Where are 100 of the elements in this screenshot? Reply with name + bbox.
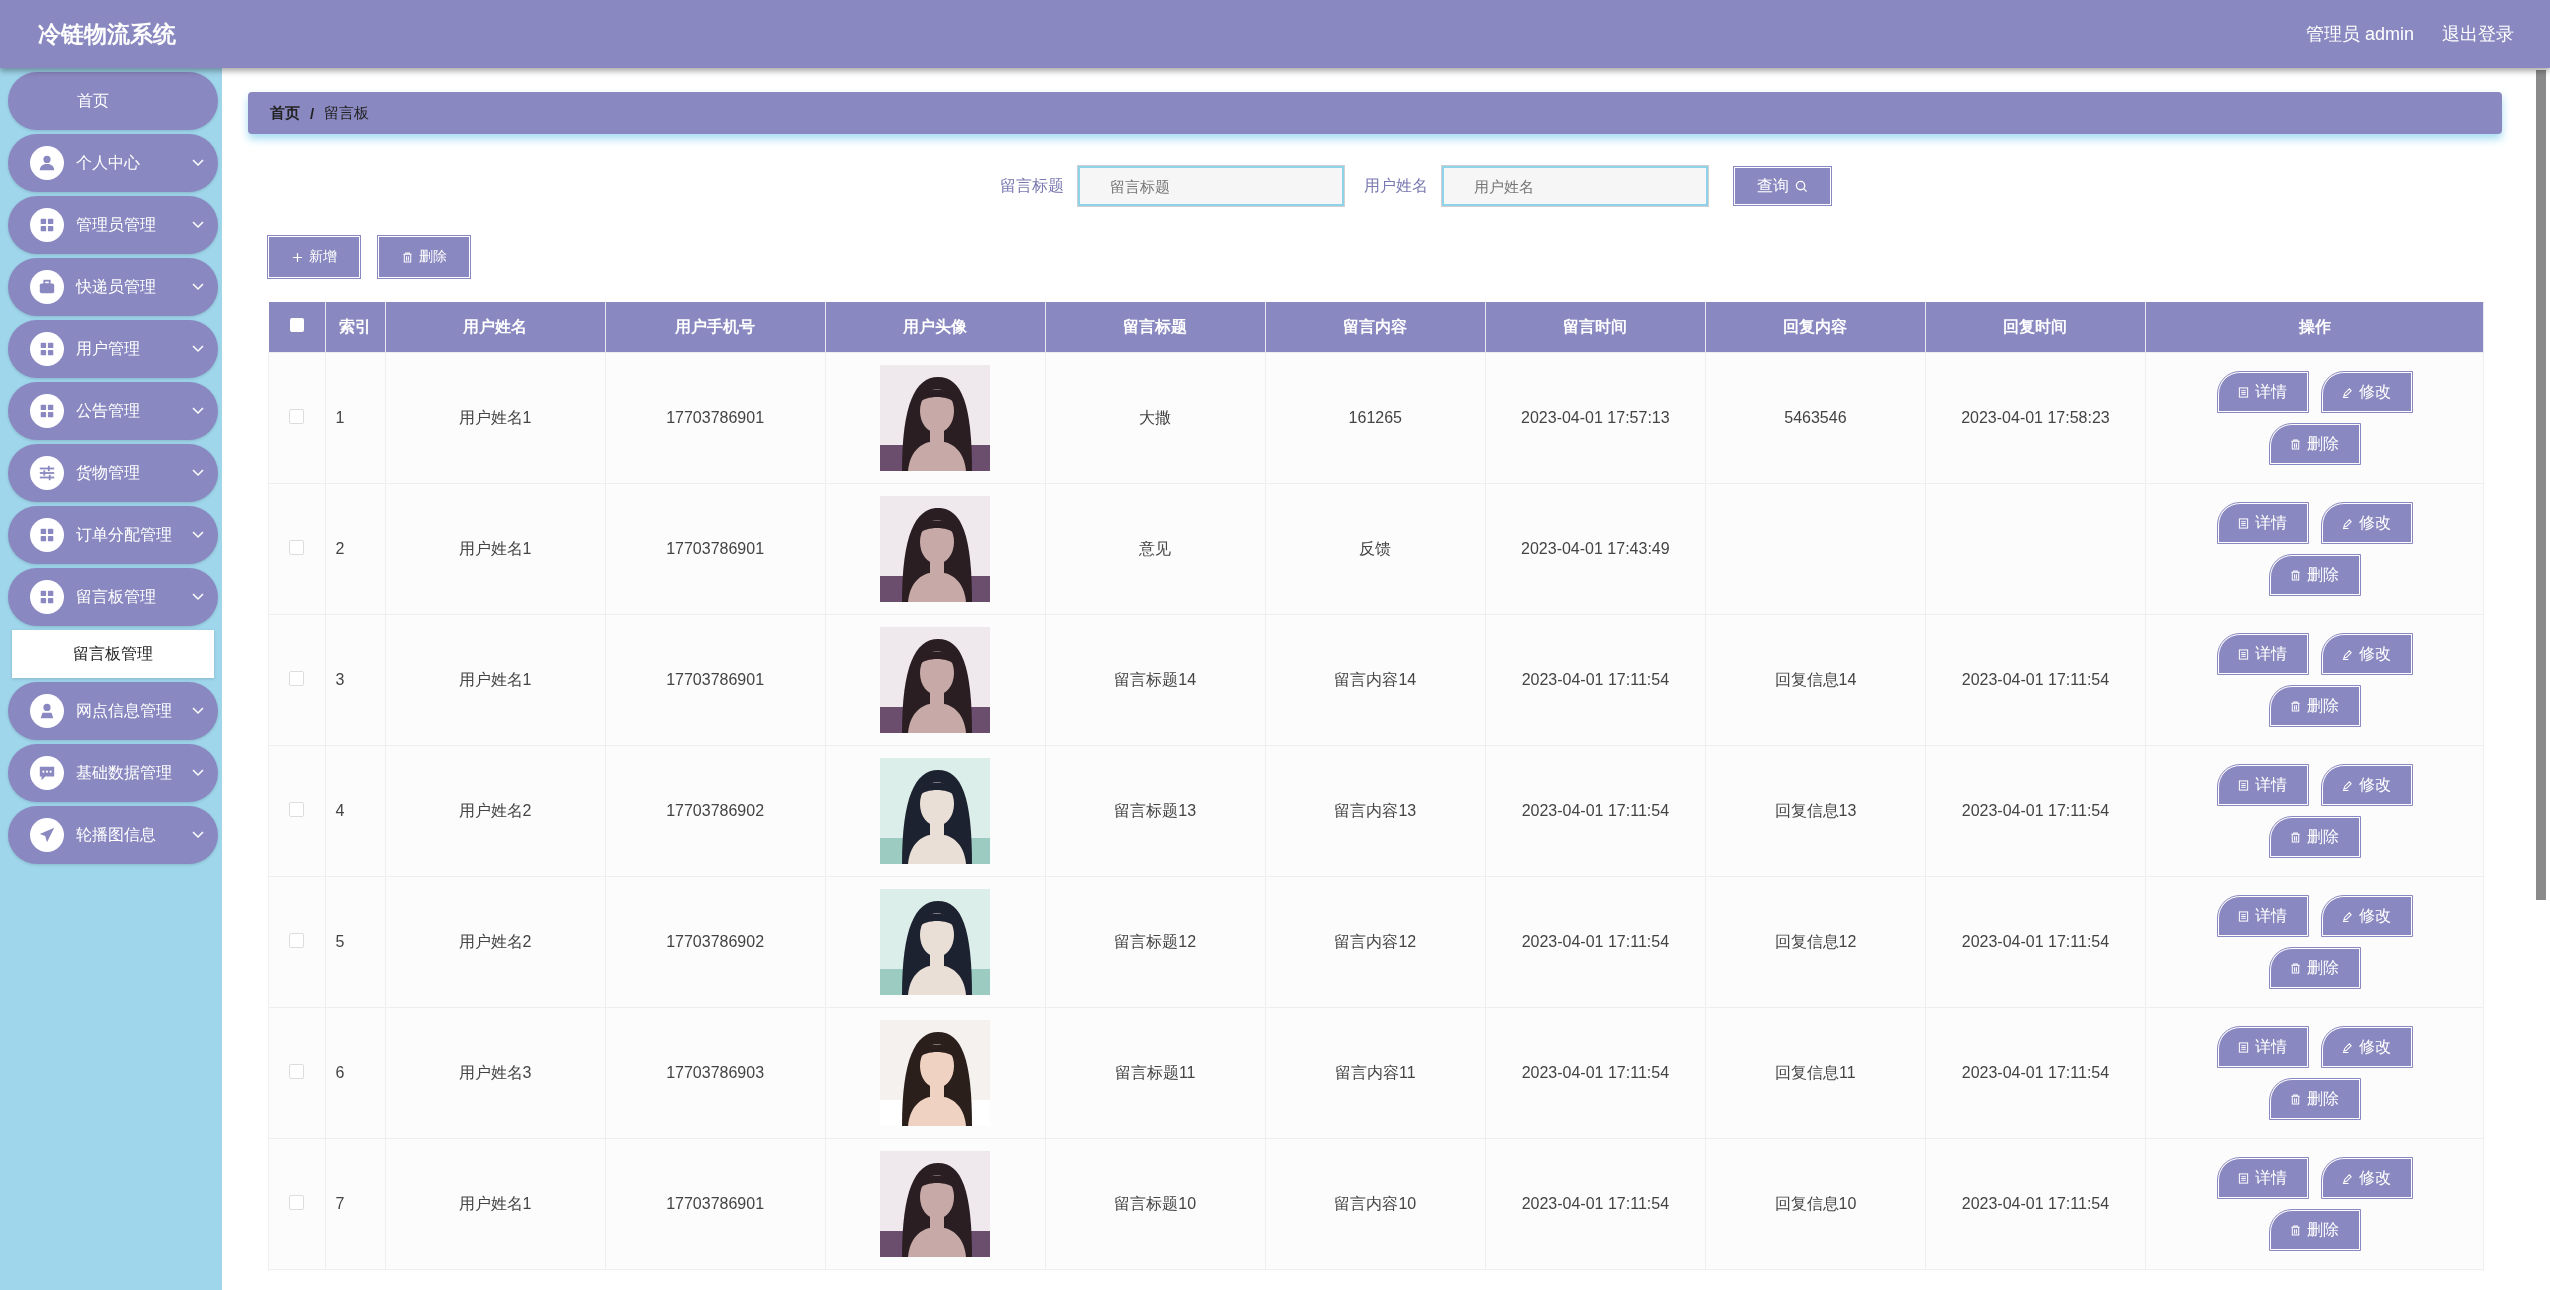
detail-button[interactable]: 详情 [2217, 896, 2308, 936]
logout-link[interactable]: 退出登录 [2442, 22, 2514, 46]
row-checkbox[interactable] [289, 408, 305, 424]
menu-item[interactable]: 公告管理 [8, 382, 218, 440]
menu-item[interactable]: 留言板管理 [8, 568, 218, 626]
edit-button[interactable]: 修改 [2321, 765, 2412, 805]
detail-button[interactable]: 详情 [2217, 1158, 2308, 1198]
add-button[interactable]: 新增 [268, 236, 360, 278]
table-cell: 17703786903 [605, 1007, 826, 1139]
delete-button[interactable]: 删除 [378, 236, 470, 278]
table-cell: 留言内容14 [1265, 614, 1486, 746]
menu-label: 管理员管理 [76, 214, 157, 235]
menu-item[interactable]: 基础数据管理 [8, 744, 218, 802]
row-checkbox[interactable] [289, 932, 305, 948]
menu-item[interactable]: 快递员管理 [8, 258, 218, 316]
delete-button[interactable]: 删除 [2269, 686, 2360, 726]
delete-button[interactable]: 删除 [2269, 1079, 2360, 1119]
menu-item[interactable]: 网点信息管理 [8, 682, 218, 740]
menu-item[interactable]: 首页 [8, 72, 218, 130]
pencil-icon [2342, 779, 2353, 791]
table-cell: 2023-04-01 17:11:54 [1925, 614, 2146, 746]
menu-label: 订单分配管理 [76, 524, 173, 545]
table-cell: 用户姓名2 [385, 745, 606, 877]
app-title: 冷链物流系统 [38, 19, 176, 49]
table-cell: 留言标题11 [1045, 1007, 1266, 1139]
pencil-icon [2342, 648, 2353, 660]
delete-button[interactable]: 删除 [2269, 817, 2360, 857]
menu-item[interactable]: 个人中心 [8, 134, 218, 192]
table-cell: 用户姓名3 [385, 1007, 606, 1139]
document-icon [2238, 517, 2249, 529]
table-cell: 17703786901 [605, 352, 826, 484]
document-icon [2238, 648, 2249, 660]
chat-icon [30, 756, 64, 790]
table-cell: 用户姓名1 [385, 1138, 606, 1270]
table-cell: 161265 [1265, 352, 1486, 484]
row-checkbox[interactable] [289, 1194, 305, 1210]
detail-button[interactable]: 详情 [2217, 765, 2308, 805]
menu-label: 轮播图信息 [76, 824, 157, 845]
table-cell: 回复信息13 [1705, 745, 1926, 877]
scrollbar[interactable] [2536, 70, 2546, 900]
edit-button[interactable]: 修改 [2321, 372, 2412, 412]
table-cell: 1 [325, 352, 385, 484]
menu-label: 留言板管理 [76, 586, 157, 607]
delete-button[interactable]: 删除 [2269, 424, 2360, 464]
menu-item[interactable]: 用户管理 [8, 320, 218, 378]
search-button[interactable]: 查询 [1733, 167, 1831, 205]
table-cell: 留言标题12 [1045, 876, 1266, 1008]
search-icon [1794, 179, 1808, 193]
menu-label: 网点信息管理 [76, 700, 173, 721]
delete-button[interactable]: 删除 [2269, 948, 2360, 988]
grid-icon [30, 332, 64, 366]
table-cell: 17703786901 [605, 614, 826, 746]
column-header: 留言内容 [1265, 302, 1486, 353]
table-cell: 留言标题10 [1045, 1138, 1266, 1270]
edit-button[interactable]: 修改 [2321, 1158, 2412, 1198]
menu-label: 公告管理 [76, 400, 141, 421]
send-icon [30, 818, 64, 852]
menu-item[interactable]: 货物管理 [8, 444, 218, 502]
menu-item[interactable]: 订单分配管理 [8, 506, 218, 564]
row-checkbox[interactable] [289, 1063, 305, 1079]
breadcrumb-link[interactable]: 首页 [270, 103, 300, 123]
edit-button[interactable]: 修改 [2321, 1027, 2412, 1067]
breadcrumb-link[interactable]: 留言板 [324, 103, 370, 123]
table-cell: 2023-04-01 17:11:54 [1485, 1007, 1706, 1139]
table-cell: 回复信息10 [1705, 1138, 1926, 1270]
edit-button[interactable]: 修改 [2321, 634, 2412, 674]
detail-button[interactable]: 详情 [2217, 503, 2308, 543]
row-checkbox[interactable] [289, 670, 305, 686]
column-header: 留言标题 [1045, 302, 1266, 353]
document-icon [2238, 1172, 2249, 1184]
table-cell: 2023-04-01 17:58:23 [1925, 352, 2146, 484]
menu-label: 个人中心 [76, 152, 141, 173]
search-field[interactable]: 用户姓名 [1441, 166, 1708, 206]
menu-label: 快递员管理 [76, 276, 157, 297]
trash-icon [2290, 1093, 2301, 1105]
menu-item[interactable]: 轮播图信息 [8, 806, 218, 864]
row-checkbox[interactable] [289, 539, 305, 555]
table-cell: 17703786901 [605, 483, 826, 615]
search-field[interactable]: 留言标题 [1077, 166, 1344, 206]
row-checkbox[interactable] [289, 801, 305, 817]
table-cell: 6 [325, 1007, 385, 1139]
chevron-icon [192, 531, 204, 539]
trash-icon [401, 251, 413, 263]
menu-item[interactable]: 管理员管理 [8, 196, 218, 254]
submenu-item[interactable]: 留言板管理 [12, 630, 214, 678]
chevron-icon [192, 469, 204, 477]
table-cell: 留言内容13 [1265, 745, 1486, 877]
document-icon [2238, 910, 2249, 922]
column-header: 回复时间 [1925, 302, 2146, 353]
select-all-checkbox[interactable] [289, 318, 304, 332]
delete-button[interactable]: 删除 [2269, 555, 2360, 595]
table-cell: 5 [325, 876, 385, 1008]
edit-button[interactable]: 修改 [2321, 503, 2412, 543]
detail-button[interactable]: 详情 [2217, 1027, 2308, 1067]
delete-button[interactable]: 删除 [2269, 1210, 2360, 1250]
edit-button[interactable]: 修改 [2321, 896, 2412, 936]
detail-button[interactable]: 详情 [2217, 634, 2308, 674]
table-cell: 2023-04-01 17:43:49 [1485, 483, 1706, 615]
grid-icon [30, 580, 64, 614]
detail-button[interactable]: 详情 [2217, 372, 2308, 412]
